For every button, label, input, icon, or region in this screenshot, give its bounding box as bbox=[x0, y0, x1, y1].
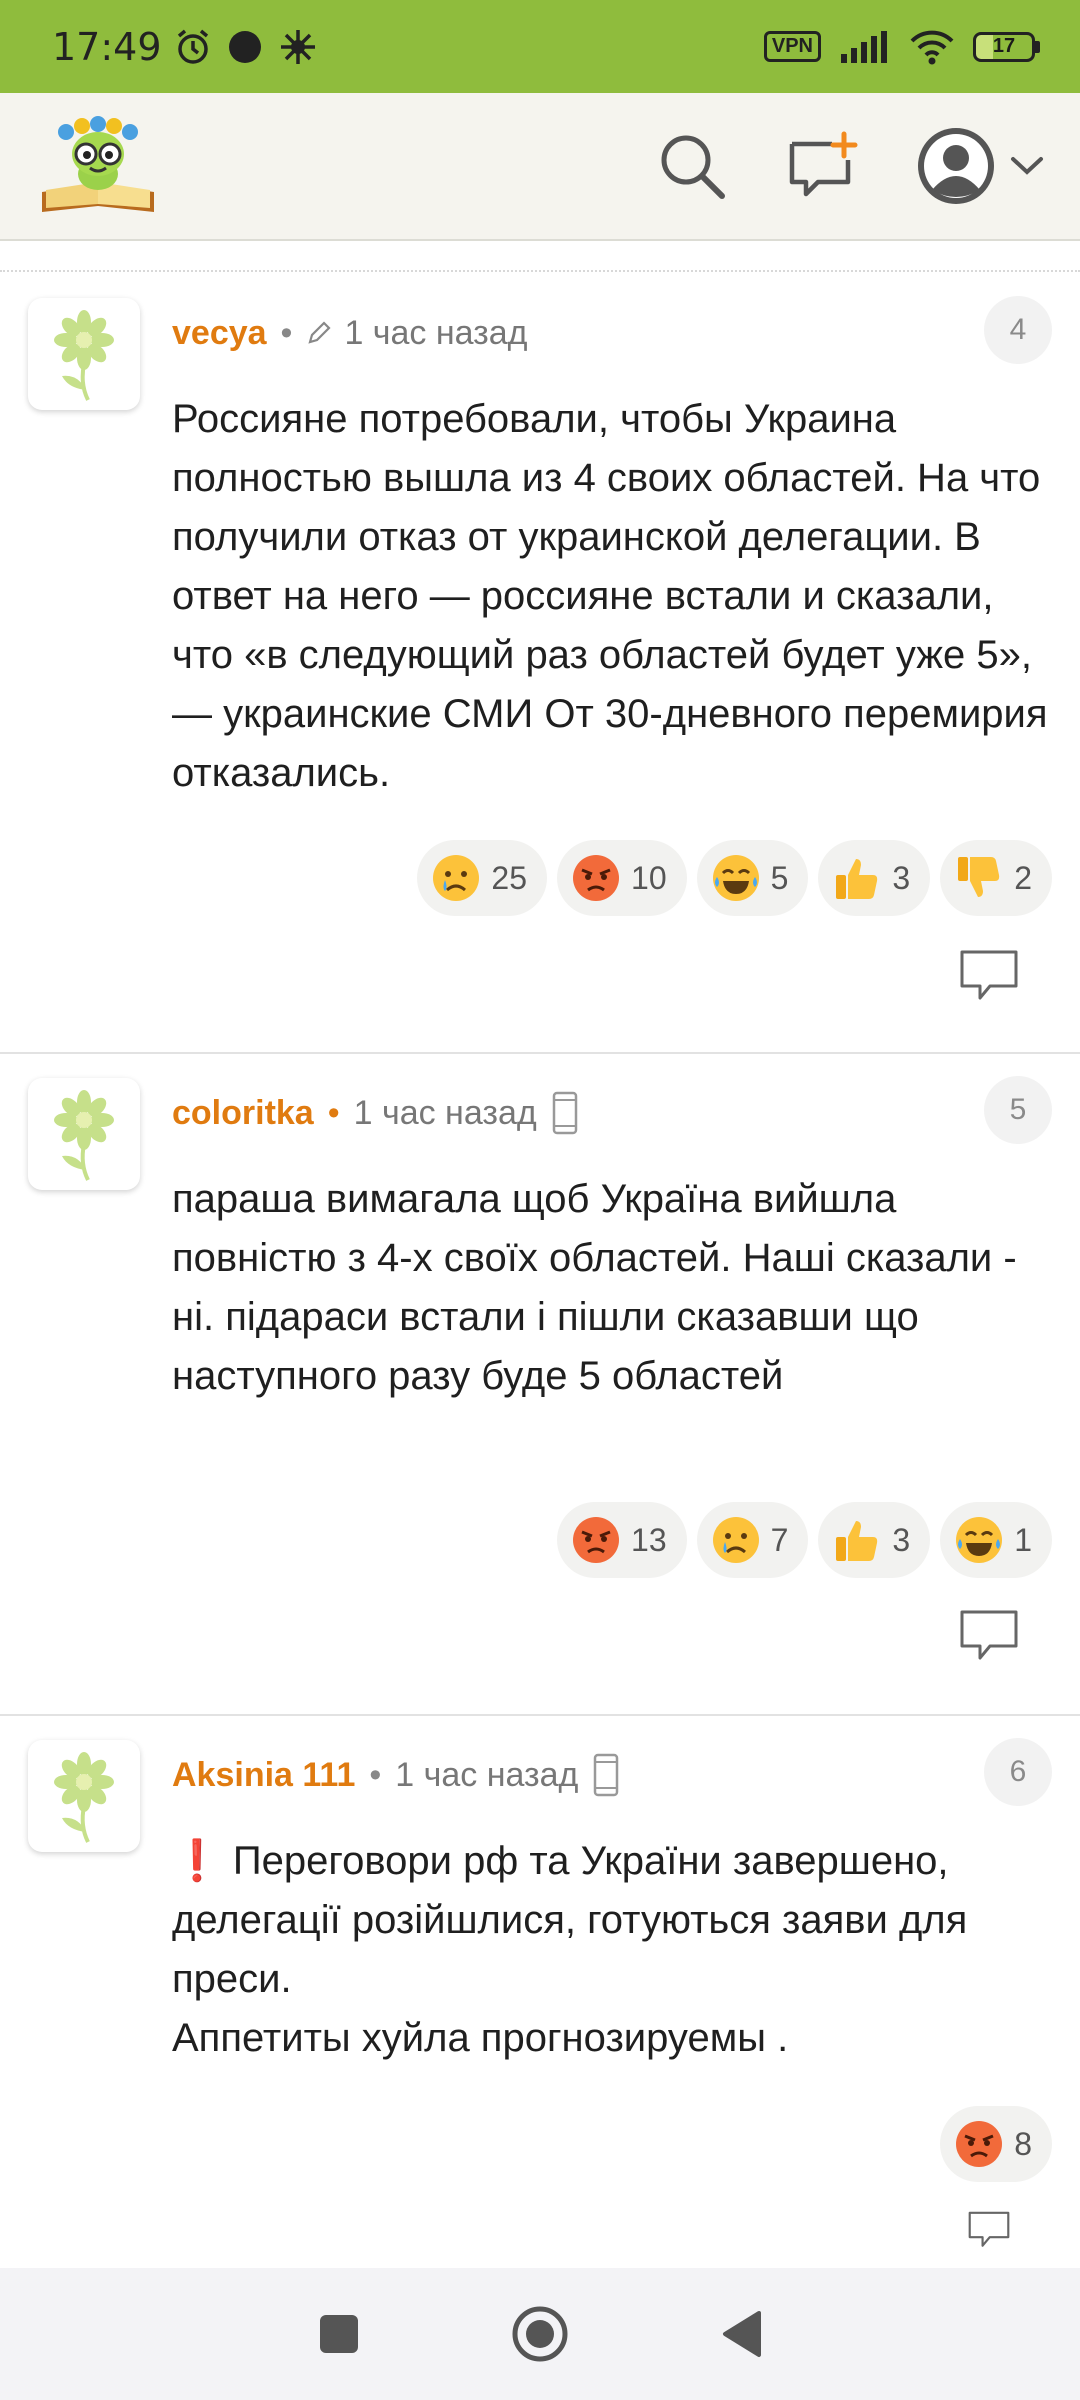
user-avatar-icon bbox=[918, 128, 994, 204]
reaction-angry[interactable]: 13 bbox=[557, 1502, 687, 1578]
reaction-angry[interactable]: 10 bbox=[557, 840, 687, 916]
avatar[interactable] bbox=[28, 298, 140, 410]
new-post-icon bbox=[789, 131, 858, 197]
search-icon bbox=[661, 135, 725, 199]
reaction-count: 10 bbox=[631, 859, 667, 896]
status-bar: 17:49 VPN 17 bbox=[0, 0, 1080, 93]
comment-divider bbox=[0, 1052, 1080, 1054]
battery-level: 17 bbox=[992, 35, 1016, 57]
app-header bbox=[0, 93, 1080, 241]
reaction-crying[interactable]: 7 bbox=[696, 1502, 809, 1578]
comment-item: vecya • 1 час назад 4 Россияне потребова… bbox=[0, 270, 1080, 1052]
crying-face-icon bbox=[433, 855, 480, 901]
thumbs-down-icon bbox=[958, 857, 1000, 897]
flower-avatar-icon bbox=[54, 310, 114, 401]
laughing-face-icon bbox=[712, 855, 759, 901]
comment-time: 1 час назад bbox=[395, 1755, 579, 1794]
chevron-down-icon bbox=[1011, 157, 1043, 175]
comment-number[interactable]: 4 bbox=[984, 296, 1052, 364]
comment-item: Aksinia 111 • 1 час назад 6 ❗ Переговори… bbox=[0, 1714, 1080, 2268]
comment-number[interactable]: 6 bbox=[984, 1738, 1052, 1806]
search-button[interactable] bbox=[656, 130, 728, 202]
reaction-count: 13 bbox=[631, 1521, 667, 1558]
new-post-button[interactable] bbox=[786, 130, 858, 202]
reaction-count: 2 bbox=[1014, 859, 1032, 896]
thumbs-up-icon bbox=[836, 859, 878, 899]
angry-face-icon bbox=[956, 2121, 1003, 2167]
reaction-count: 1 bbox=[1014, 1521, 1032, 1558]
flower-avatar-icon bbox=[54, 1090, 114, 1181]
thumbs-up-icon bbox=[836, 1521, 878, 1561]
circle-home-icon[interactable] bbox=[511, 2305, 569, 2363]
comment-author[interactable]: coloritka bbox=[172, 1094, 314, 1133]
comment-time: 1 час назад bbox=[353, 1093, 537, 1132]
reaction-thumbs-up[interactable]: 3 bbox=[818, 1502, 931, 1578]
system-nav-bar bbox=[0, 2268, 1080, 2400]
status-time: 17:49 bbox=[52, 24, 162, 69]
flower-avatar-icon bbox=[54, 1752, 114, 1843]
vpn-indicator: VPN bbox=[763, 31, 821, 62]
reaction-count: 7 bbox=[770, 1521, 789, 1558]
reaction-thumbs-up[interactable]: 3 bbox=[818, 840, 931, 916]
angry-face-icon bbox=[573, 1517, 620, 1563]
reaction-thumbs-down[interactable]: 2 bbox=[940, 840, 1052, 916]
comment-number[interactable]: 5 bbox=[984, 1076, 1052, 1144]
avatar[interactable] bbox=[28, 1078, 140, 1190]
triangle-back-icon[interactable] bbox=[719, 2309, 763, 2359]
mobile-device-icon bbox=[551, 1091, 579, 1135]
bookworm-logo-icon[interactable] bbox=[36, 116, 160, 216]
comment-item: coloritka • 1 час назад 5 параша вимагал… bbox=[0, 1052, 1080, 1714]
reply-icon[interactable] bbox=[958, 948, 1020, 1004]
square-recents-icon[interactable] bbox=[317, 2312, 361, 2356]
comment-text: ❗ Переговори рф та України завершено, де… bbox=[172, 1839, 968, 2060]
edited-pencil-icon bbox=[306, 320, 332, 346]
avatar[interactable] bbox=[28, 1740, 140, 1852]
reaction-laughing[interactable]: 5 bbox=[696, 840, 809, 916]
reaction-laughing[interactable]: 1 bbox=[940, 1502, 1052, 1578]
profile-menu-button[interactable] bbox=[916, 126, 1044, 206]
reply-icon[interactable] bbox=[958, 1608, 1020, 1664]
comment-time: 1 час назад bbox=[344, 313, 528, 352]
app-notification-icon bbox=[280, 29, 315, 64]
mobile-device-icon bbox=[592, 1753, 620, 1797]
comment-author[interactable]: vecya bbox=[172, 314, 267, 353]
angry-face-icon bbox=[573, 855, 620, 901]
notification-dot-icon bbox=[228, 30, 261, 63]
laughing-face-icon bbox=[956, 1517, 1003, 1563]
crying-face-icon bbox=[712, 1517, 759, 1563]
reply-icon[interactable] bbox=[958, 2210, 1020, 2250]
reaction-angry[interactable]: 8 bbox=[940, 2106, 1052, 2182]
comment-text: Россияне потребовали, чтобы Украина полн… bbox=[172, 397, 1048, 795]
signal-icon bbox=[841, 30, 887, 63]
alarm-icon bbox=[177, 29, 208, 64]
reaction-crying[interactable]: 25 bbox=[417, 840, 548, 916]
battery-indicator: 17 bbox=[973, 31, 1040, 62]
comment-divider bbox=[0, 1714, 1080, 1716]
reaction-count: 3 bbox=[892, 1521, 911, 1558]
comment-text: параша вимагала щоб Україна вийшла повні… bbox=[172, 1177, 1017, 1398]
reaction-count: 3 bbox=[892, 859, 911, 896]
reaction-count: 8 bbox=[1014, 2125, 1032, 2162]
comment-author[interactable]: Aksinia 111 bbox=[172, 1756, 355, 1795]
reaction-count: 25 bbox=[491, 859, 528, 896]
wifi-icon bbox=[910, 30, 954, 64]
reaction-count: 5 bbox=[770, 859, 789, 896]
